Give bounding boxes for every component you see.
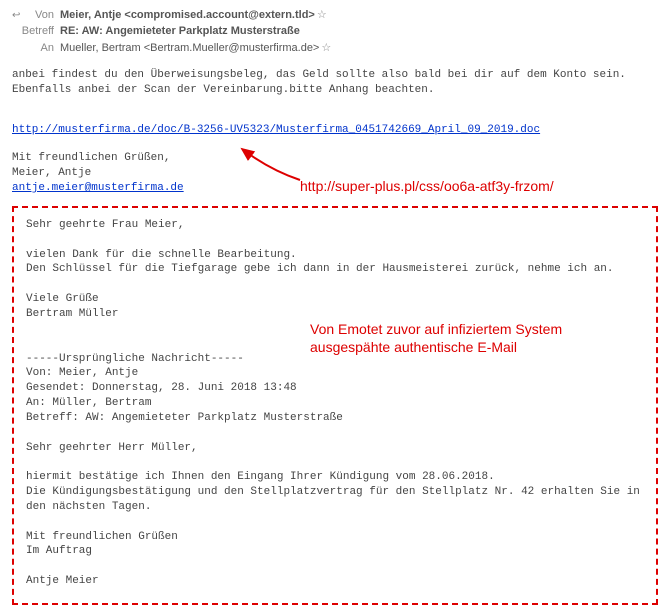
malicious-link[interactable]: http://musterfirma.de/doc/B-3256-UV5323/… <box>12 124 540 136</box>
to-value: Mueller, Bertram <Bertram.Mueller@muster… <box>60 42 319 54</box>
quoted-greeting: Sehr geehrte Frau Meier, <box>26 219 184 231</box>
star-icon[interactable]: ☆ <box>321 41 331 54</box>
quoted-thanks: vielen Dank für die schnelle Bearbeitung… <box>26 249 614 276</box>
header-to-row: An Mueller, Bertram <Bertram.Mueller@mus… <box>12 41 658 54</box>
sig-line2: Meier, Antje <box>12 167 91 179</box>
quoted-orig-closing: Mit freundlichen Grüßen Im Auftrag <box>26 531 178 558</box>
sig-line1: Mit freundlichen Grüßen, <box>12 152 170 164</box>
annotation-note: Von Emotet zuvor auf infiziertem System … <box>310 320 562 356</box>
from-value: Meier, Antje <compromised.account@extern… <box>60 9 315 21</box>
malicious-link-block: http://musterfirma.de/doc/B-3256-UV5323/… <box>12 108 658 138</box>
subject-value: RE: AW: Angemieteter Parkplatz Musterstr… <box>60 25 300 37</box>
quoted-closing1: Viele Grüße Bertram Müller <box>26 293 118 320</box>
quoted-orig-header: -----Ursprüngliche Nachricht----- Von: M… <box>26 353 343 424</box>
annotation-real-url: http://super-plus.pl/css/oo6a-atf3y-frzo… <box>300 178 554 194</box>
subject-label: Betreff <box>12 25 60 37</box>
quoted-email-box: Sehr geehrte Frau Meier, vielen Dank für… <box>12 206 658 605</box>
email-body-intro: anbei findest du den Überweisungsbeleg, … <box>12 68 658 98</box>
from-label: Von <box>26 9 60 21</box>
quoted-orig-greeting: Sehr geehrter Herr Müller, <box>26 442 198 454</box>
annotation-note-line2: ausgespähte authentische E-Mail <box>310 339 517 355</box>
quoted-orig-name: Antje Meier <box>26 575 99 587</box>
annotation-note-line1: Von Emotet zuvor auf infiziertem System <box>310 321 562 337</box>
header-from-row: ↩ Von Meier, Antje <compromised.account@… <box>12 8 658 21</box>
to-label: An <box>12 42 60 54</box>
header-subject-row: Betreff RE: AW: Angemieteter Parkplatz M… <box>12 25 658 37</box>
star-icon[interactable]: ☆ <box>317 8 327 21</box>
reply-icon: ↩ <box>12 10 22 20</box>
email-header: ↩ Von Meier, Antje <compromised.account@… <box>12 8 658 54</box>
sig-email-link[interactable]: antje.meier@musterfirma.de <box>12 182 184 194</box>
